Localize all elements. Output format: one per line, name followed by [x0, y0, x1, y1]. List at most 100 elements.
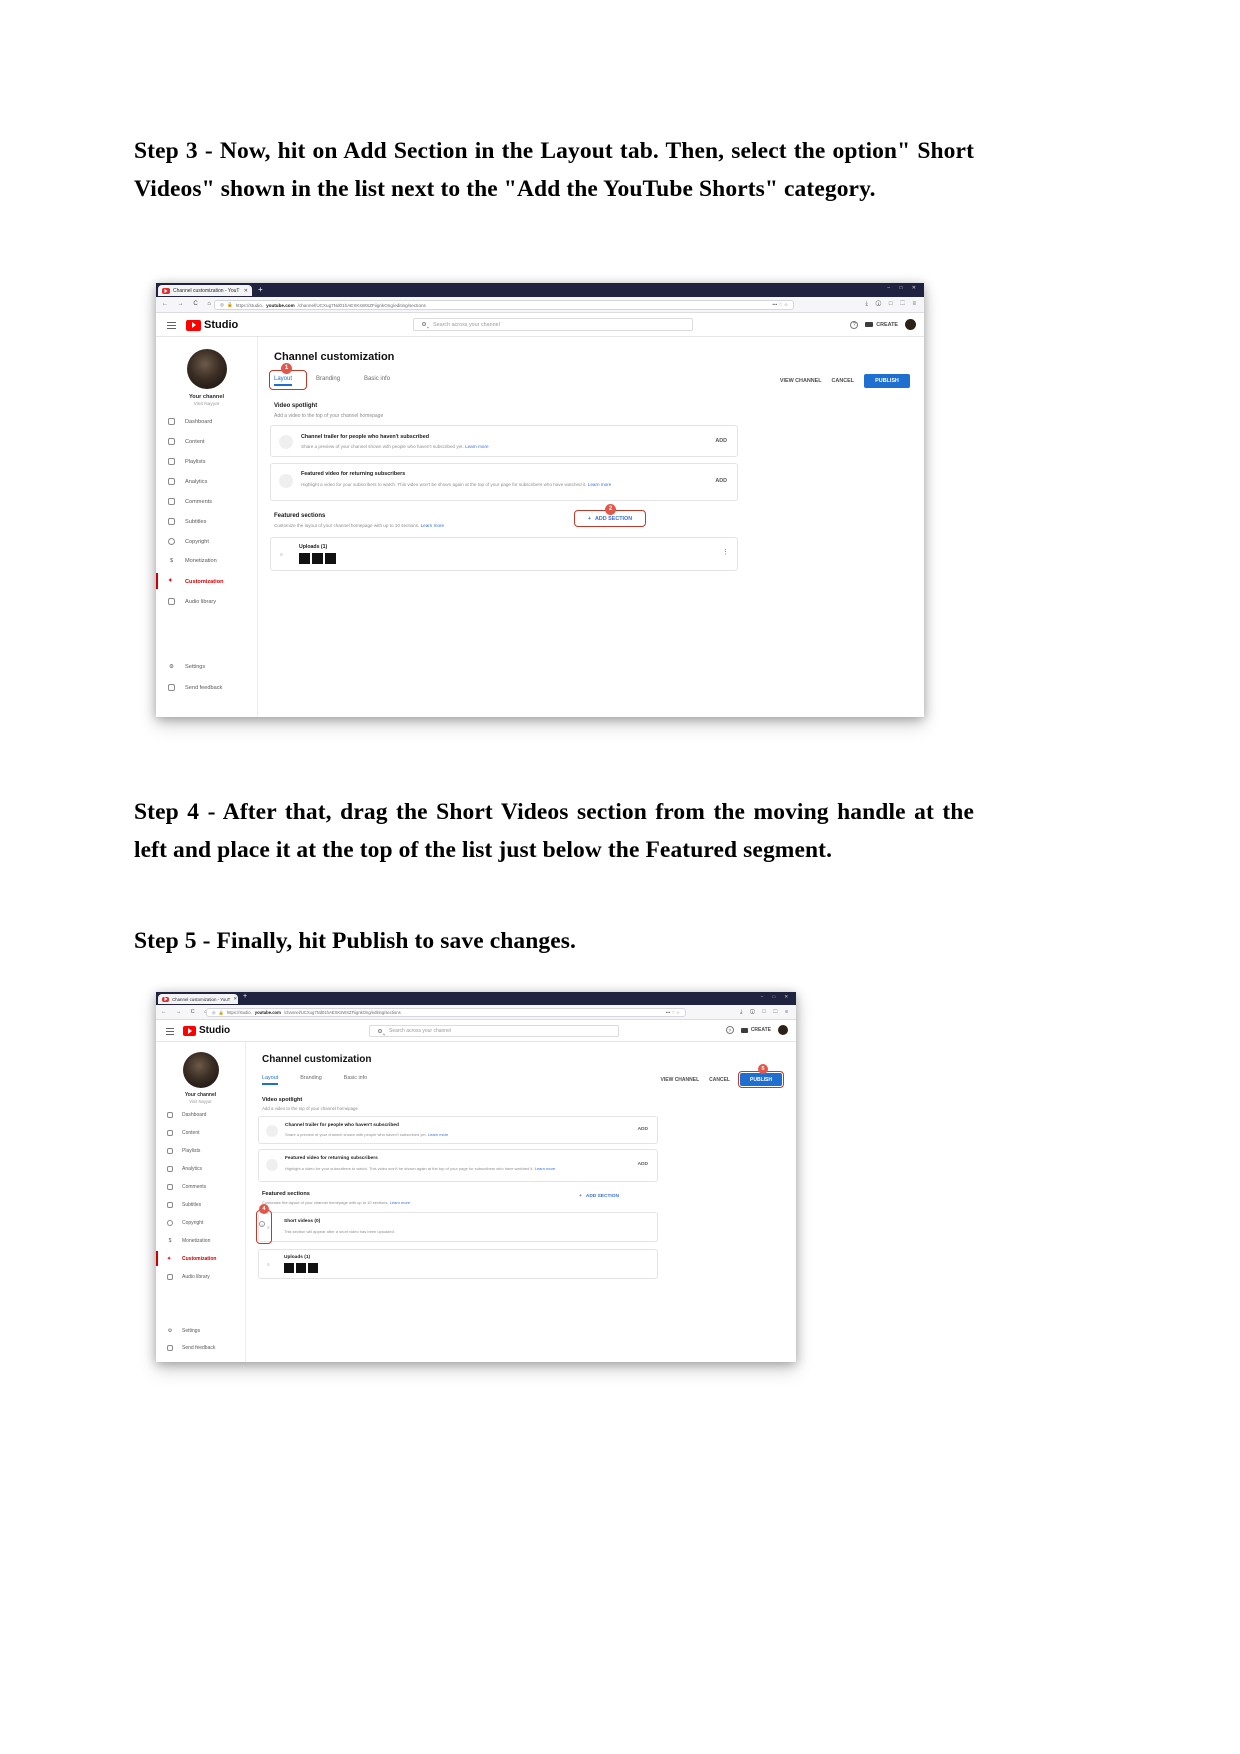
sidebar-item-comments[interactable]: Comments	[167, 1184, 206, 1190]
sidebar-item-comments[interactable]: Comments	[168, 498, 212, 505]
new-tab-button[interactable]: +	[258, 285, 263, 294]
create-button[interactable]: CREATE	[865, 322, 898, 328]
browser-nav-icons[interactable]: ← → C ⌂	[161, 1009, 211, 1015]
avatar[interactable]	[778, 1025, 788, 1035]
learn-more-link[interactable]: Learn more	[390, 1200, 410, 1205]
create-button[interactable]: CREATE	[740, 1027, 771, 1033]
create-label: CREATE	[750, 1027, 771, 1033]
add-button[interactable]: ADD	[638, 1127, 648, 1132]
avatar[interactable]	[905, 319, 916, 330]
sidebar-item-playlists[interactable]: Playlists	[168, 458, 206, 465]
tab-layout[interactable]: Layout	[262, 1075, 279, 1085]
view-channel-button[interactable]: VIEW CHANNEL	[661, 1077, 700, 1083]
short-videos-row-2[interactable]: ≡ Short videos (0) i This section will a…	[258, 1212, 658, 1242]
search-placeholder: Search across your channel	[433, 321, 500, 328]
sidebar-item-audio-library[interactable]: Audio library	[168, 598, 216, 605]
featured-video-card-1[interactable]: Featured video for returning subscribers…	[270, 463, 738, 501]
browser-tab-2[interactable]: Channel customization - YouT ✕	[158, 994, 238, 1004]
address-bar-1[interactable]: ◎ 🔒 https://studio. youtube.com/channel/U…	[214, 300, 794, 310]
sidebar-item-analytics[interactable]: Analytics	[167, 1166, 202, 1172]
channel-trailer-card-1[interactable]: Channel trailer for people who haven't s…	[270, 425, 738, 457]
kebab-menu-icon[interactable]: ⋮	[722, 548, 729, 556]
youtube-studio-logo[interactable]: Studio	[186, 319, 238, 331]
uploads-row-2[interactable]: ≡ Uploads (1)	[258, 1249, 658, 1279]
tab-basic-info[interactable]: Basic info	[364, 376, 390, 382]
featured-video-card-2[interactable]: Featured video for returning subscribers…	[258, 1149, 658, 1182]
browser-toolbar-right-icons[interactable]: ⤓ ⓘ □ ⬚ ≡	[740, 1009, 791, 1016]
window-controls[interactable]: – □ ✕	[887, 285, 920, 291]
sidebar-item-settings[interactable]: ⚙ Settings	[168, 664, 205, 670]
audio-library-icon	[167, 1274, 173, 1280]
add-section-button-2[interactable]: + ADD SECTION	[566, 1189, 632, 1204]
close-icon[interactable]: ✕	[233, 996, 237, 1002]
hamburger-menu-icon[interactable]	[166, 1028, 174, 1035]
tab-basic-info[interactable]: Basic info	[344, 1075, 367, 1081]
card-description: Share a preview of your channel shown wi…	[301, 444, 489, 449]
playlists-icon	[167, 1148, 173, 1154]
publish-button[interactable]: PUBLISH	[864, 374, 910, 388]
help-icon[interactable]: ?	[850, 320, 859, 329]
add-section-button-1[interactable]: + ADD SECTION	[574, 510, 646, 527]
sidebar-item-subtitles[interactable]: Subtitles	[168, 518, 206, 525]
shield-icon: ◎	[212, 1010, 216, 1015]
sidebar-item-dashboard[interactable]: Dashboard	[168, 418, 212, 425]
cancel-button[interactable]: CANCEL	[709, 1077, 730, 1083]
new-tab-button[interactable]: +	[243, 993, 247, 1000]
cancel-button[interactable]: CANCEL	[832, 378, 854, 384]
sidebar-item-content[interactable]: Content	[167, 1130, 200, 1136]
add-button[interactable]: ADD	[638, 1162, 648, 1167]
card-description: Share a preview of your channel shown wi…	[285, 1132, 449, 1137]
sidebar-item-customization[interactable]: ✦ Customization	[167, 1256, 216, 1262]
copyright-icon	[168, 538, 175, 545]
learn-more-link[interactable]: Learn more	[535, 1166, 555, 1171]
add-button[interactable]: ADD	[715, 438, 727, 444]
drag-handle-icon[interactable]: ≡	[267, 1262, 271, 1267]
browser-nav-icons[interactable]: ← → C ⌂	[162, 301, 215, 307]
address-bar-overflow-icons[interactable]: ••• ♡ ☆	[666, 1010, 680, 1015]
view-channel-button[interactable]: VIEW CHANNEL	[780, 378, 822, 384]
search-input-2[interactable]: Search across your channel	[369, 1025, 619, 1037]
sidebar-item-label: Comments	[182, 1184, 207, 1190]
sidebar-item-copyright[interactable]: Copyright	[168, 538, 209, 545]
sidebar-item-audio-library[interactable]: Audio library	[167, 1274, 210, 1280]
tab-layout[interactable]: Layout	[274, 376, 293, 386]
tab-branding[interactable]: Branding	[300, 1075, 322, 1081]
channel-avatar-1[interactable]	[187, 349, 227, 389]
drag-handle-icon[interactable]: ≡	[280, 552, 284, 558]
sidebar-item-subtitles[interactable]: Subtitles	[167, 1202, 201, 1208]
learn-more-link[interactable]: Learn more	[421, 523, 445, 528]
sidebar-item-playlists[interactable]: Playlists	[167, 1148, 200, 1154]
add-button[interactable]: ADD	[715, 478, 727, 484]
sidebar-item-label: Playlists	[185, 458, 206, 465]
sidebar-item-monetization[interactable]: $ Monetization	[168, 558, 217, 564]
hamburger-menu-icon[interactable]	[167, 322, 176, 329]
sidebar-item-send-feedback[interactable]: Send feedback	[168, 684, 222, 691]
channel-trailer-card-2[interactable]: Channel trailer for people who haven't s…	[258, 1116, 658, 1144]
sidebar-item-dashboard[interactable]: Dashboard	[167, 1112, 206, 1118]
sidebar-item-copyright[interactable]: Copyright	[167, 1220, 203, 1226]
lock-icon: 🔒	[218, 1009, 224, 1015]
copyright-icon	[167, 1220, 173, 1226]
browser-toolbar-right-icons[interactable]: ⤓ ⓘ □ ⬚ ≡	[865, 301, 919, 308]
learn-more-link[interactable]: Learn more	[588, 482, 612, 487]
learn-more-link[interactable]: Learn more	[428, 1132, 448, 1137]
sidebar-item-monetization[interactable]: $ Monetization	[167, 1238, 211, 1244]
sidebar-item-settings[interactable]: ⚙ Settings	[167, 1328, 200, 1334]
youtube-studio-logo[interactable]: Studio	[183, 1025, 230, 1036]
sidebar-item-customization[interactable]: ✦ Customization	[168, 578, 224, 585]
sidebar-item-send-feedback[interactable]: Send feedback	[167, 1345, 215, 1351]
channel-avatar-2[interactable]	[183, 1052, 219, 1088]
address-bar-2[interactable]: ◎ 🔒 https://studio. youtube.com/channel/U…	[206, 1008, 686, 1017]
help-icon[interactable]: ?	[725, 1026, 734, 1034]
studio-sidebar-2: Your channel Vinit Nayyar Dashboard Cont…	[156, 1042, 246, 1362]
search-input-1[interactable]: Search across your channel	[413, 318, 693, 331]
browser-tab-1[interactable]: Channel customization - YouT ✕	[158, 285, 252, 296]
close-icon[interactable]: ✕	[244, 288, 248, 294]
tab-branding[interactable]: Branding	[316, 376, 340, 382]
uploads-row-1[interactable]: ≡ Uploads (1) ⋮	[270, 537, 738, 571]
address-bar-overflow-icons[interactable]: ••• ♡ ☆	[772, 302, 788, 308]
sidebar-item-analytics[interactable]: Analytics	[168, 478, 207, 485]
sidebar-item-content[interactable]: Content	[168, 438, 205, 445]
learn-more-link[interactable]: Learn more	[465, 444, 489, 449]
window-controls[interactable]: – □ ✕	[761, 994, 792, 1000]
